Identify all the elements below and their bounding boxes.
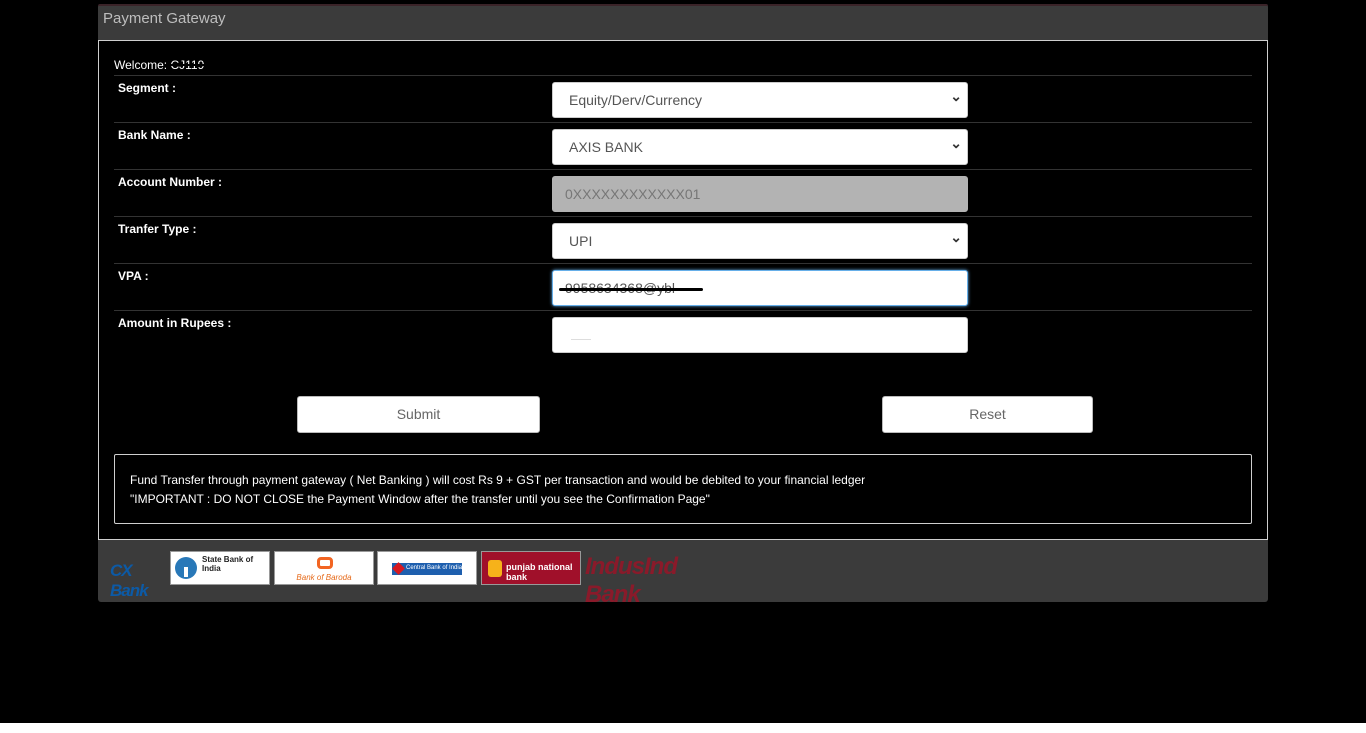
- pnb-emblem-icon: [488, 560, 502, 577]
- vpa-label: VPA :: [118, 269, 149, 283]
- transfer-type-label: Tranfer Type :: [118, 222, 197, 236]
- submit-button[interactable]: Submit: [297, 396, 540, 433]
- cbi-logo-text: Central Bank of India: [406, 565, 463, 571]
- bob-baroda-sun-icon: [317, 557, 333, 569]
- sbi-logo-text: State Bank of India: [202, 555, 254, 573]
- note-cost-line: Fund Transfer through payment gateway ( …: [130, 473, 866, 487]
- welcome-label: Welcome:: [114, 58, 168, 72]
- payment-gateway-panel: Payment Gateway Welcome: CJ119 Segment :…: [98, 4, 1268, 608]
- indusind-logo: IndusInd Bank: [585, 553, 678, 608]
- bank-name-row: Bank Name : AXIS BANK: [114, 122, 1252, 169]
- pnb-logo: punjab national bank: [481, 551, 581, 585]
- bank-name-label: Bank Name :: [118, 128, 191, 142]
- note-important-line: "IMPORTANT : DO NOT CLOSE the Payment Wi…: [130, 492, 710, 506]
- cb-bank-logo: CX Bank: [110, 561, 149, 600]
- page-bottom-strip: [0, 723, 1366, 733]
- transfer-type-select[interactable]: UPI: [552, 220, 968, 259]
- info-note: Fund Transfer through payment gateway ( …: [114, 454, 1252, 524]
- vpa-input[interactable]: 9958634368@ybl: [552, 270, 968, 306]
- cbi-logo: Central Bank of India: [377, 551, 477, 585]
- reset-button[interactable]: Reset: [882, 396, 1093, 433]
- amount-redaction: [571, 339, 591, 340]
- welcome-user-id: CJ119: [170, 58, 205, 72]
- pnb-logo-text: punjab national bank: [506, 562, 573, 582]
- sbi-keyhole-icon: [175, 557, 197, 579]
- welcome-text: Welcome: CJ119: [114, 58, 204, 72]
- account-number-row: Account Number : 0XXXXXXXXXXXX01: [114, 169, 1252, 216]
- amount-label: Amount in Rupees :: [118, 316, 232, 330]
- segment-row: Segment : Equity/Derv/Currency: [114, 75, 1252, 122]
- bob-logo-text: Bank of Baroda: [296, 573, 352, 582]
- segment-select[interactable]: Equity/Derv/Currency: [552, 79, 968, 118]
- amount-input[interactable]: [552, 317, 968, 353]
- account-number-field: 0XXXXXXXXXXXX01: [552, 176, 968, 212]
- bank-name-select[interactable]: AXIS BANK: [552, 126, 968, 165]
- sbi-logo: State Bank of India: [170, 551, 270, 585]
- transfer-type-row: Tranfer Type : UPI: [114, 216, 1252, 263]
- segment-label: Segment :: [118, 81, 177, 95]
- payment-form: Welcome: CJ119 Segment : Equity/Derv/Cur…: [98, 40, 1268, 540]
- account-number-label: Account Number :: [118, 175, 223, 189]
- panel-title: Payment Gateway: [103, 10, 226, 27]
- bob-logo: Bank of Baroda: [274, 551, 374, 585]
- panel-top-border: [98, 4, 1268, 6]
- amount-row: Amount in Rupees :: [114, 310, 1252, 357]
- vpa-row: VPA : 9958634368@ybl: [114, 263, 1252, 310]
- vpa-redaction: [559, 288, 703, 291]
